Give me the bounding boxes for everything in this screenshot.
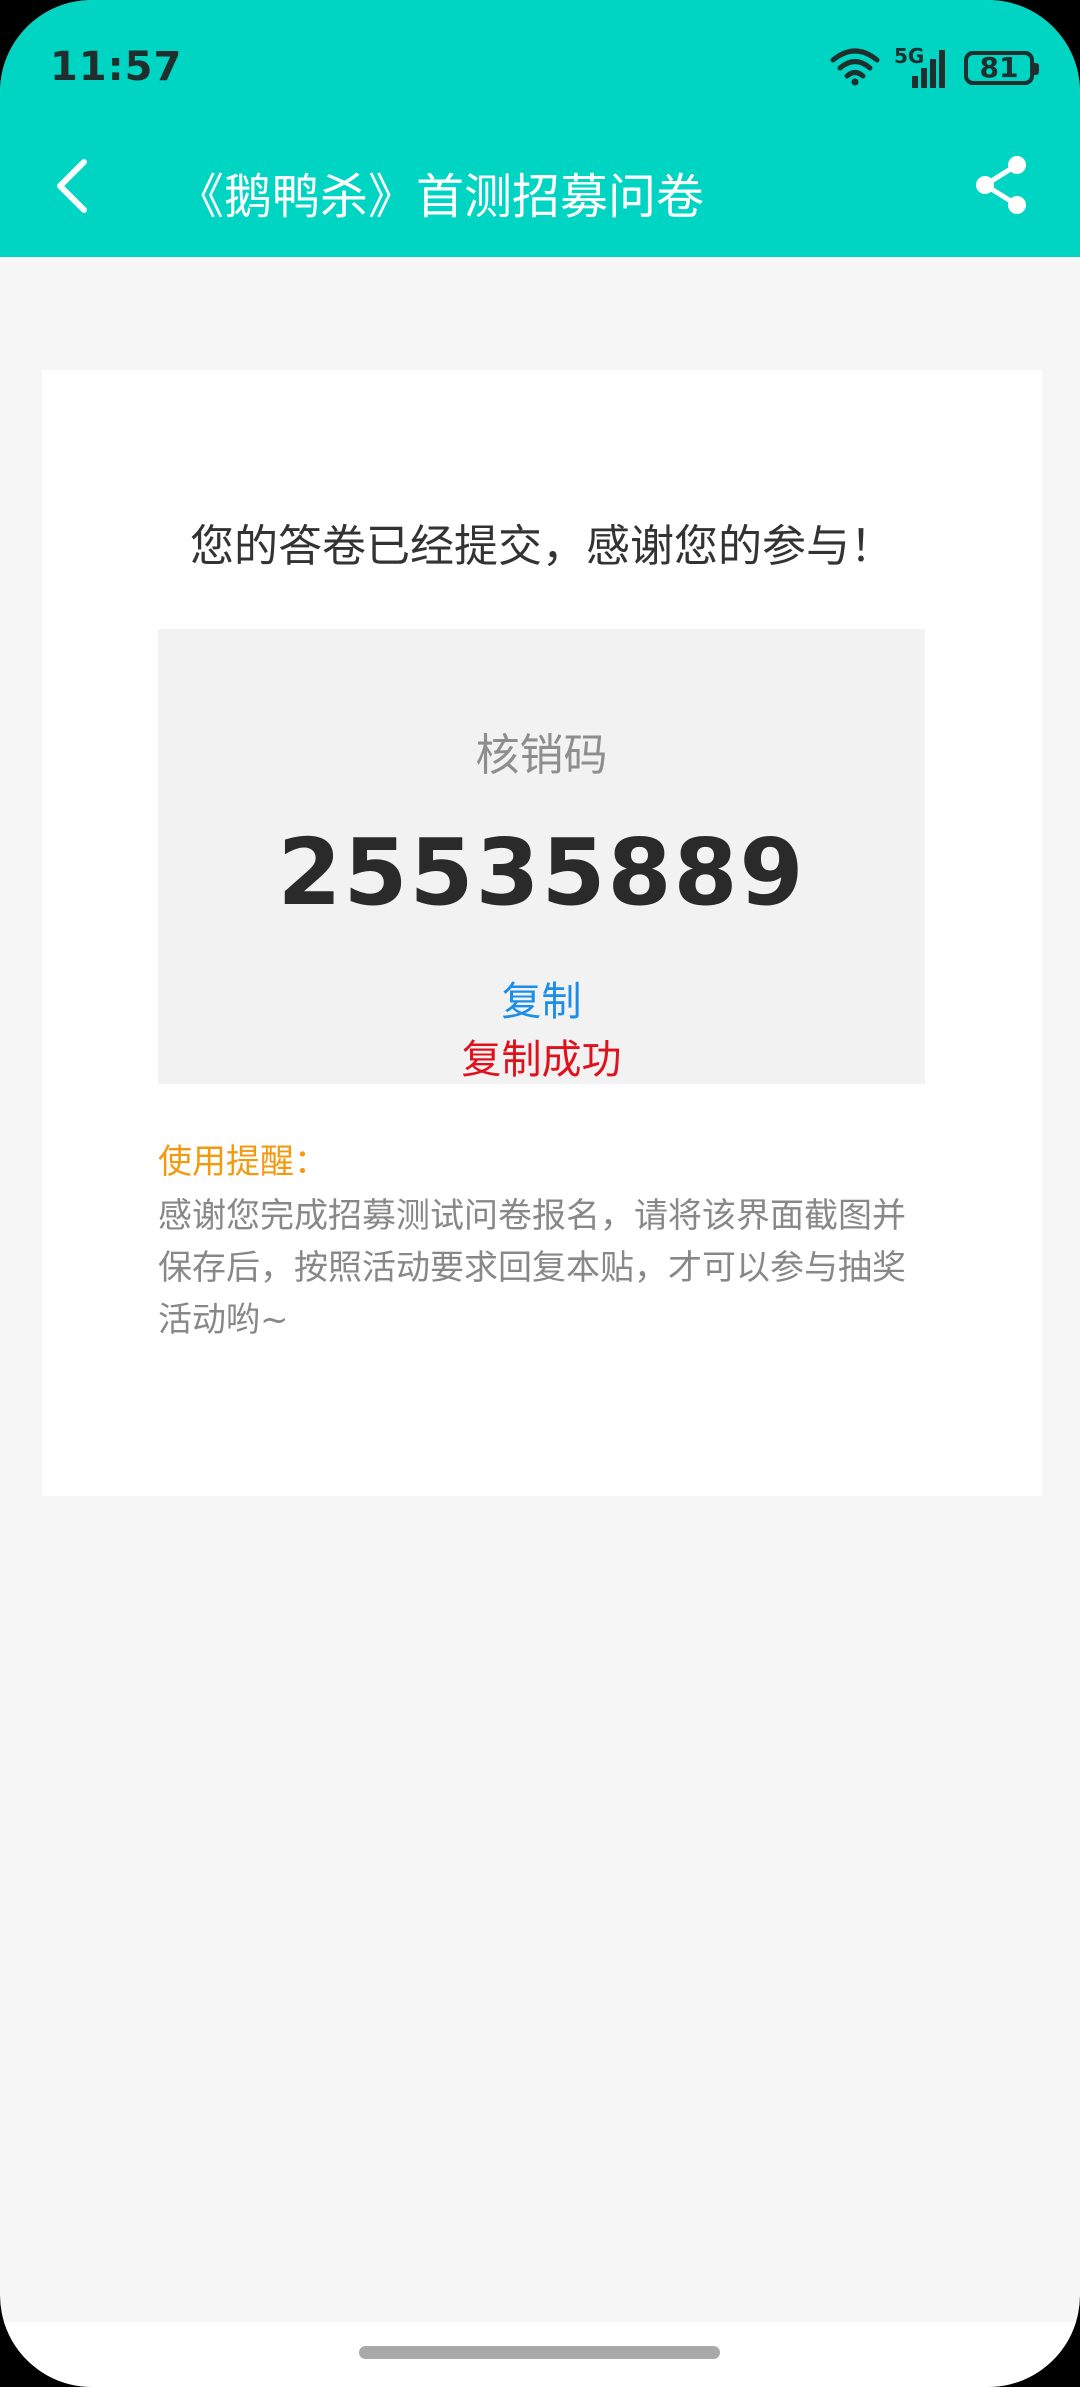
submit-success-message: 您的答卷已经提交，感谢您的参与！ bbox=[190, 521, 894, 572]
back-button[interactable] bbox=[40, 146, 104, 230]
page-title: 《鹅鸭杀》首测招募问卷 bbox=[176, 169, 705, 225]
copy-success-status: 复制成功 bbox=[461, 1037, 622, 1083]
share-button[interactable] bbox=[966, 152, 1036, 222]
battery-level: 81 bbox=[979, 51, 1019, 84]
usage-tips-body: 感谢您完成招募测试问卷报名，请将该界面截图并保存后，按照活动要求回复本贴，才可以… bbox=[158, 1196, 906, 1340]
chevron-left-icon bbox=[52, 158, 92, 218]
usage-tips-title: 使用提醒： bbox=[158, 1142, 328, 1182]
phone-screen: 11:57 5G 81 《鹅鸭杀》首测招募问卷 您的答卷已经提交，感谢您的参与！… bbox=[0, 0, 1080, 2387]
app-header: 11:57 5G 81 《鹅鸭杀》首测招募问卷 bbox=[0, 0, 1080, 257]
redemption-code-label: 核销码 bbox=[475, 730, 608, 781]
copy-code-button[interactable]: 复制 bbox=[158, 969, 925, 1027]
cellular-signal-icon: 5G bbox=[894, 44, 950, 90]
wifi-icon bbox=[830, 46, 880, 90]
result-card: 您的答卷已经提交，感谢您的参与！ 核销码 25535889 复制 复制成功 使用… bbox=[42, 370, 1042, 1496]
redemption-code-value: 25535889 bbox=[277, 819, 806, 926]
home-indicator[interactable] bbox=[359, 2346, 720, 2359]
share-icon bbox=[973, 155, 1029, 219]
battery-icon: 81 bbox=[964, 51, 1039, 85]
status-time: 11:57 bbox=[50, 44, 183, 90]
redemption-code-box: 核销码 25535889 复制 复制成功 bbox=[158, 629, 925, 1084]
status-icons: 5G 81 bbox=[830, 44, 1039, 90]
